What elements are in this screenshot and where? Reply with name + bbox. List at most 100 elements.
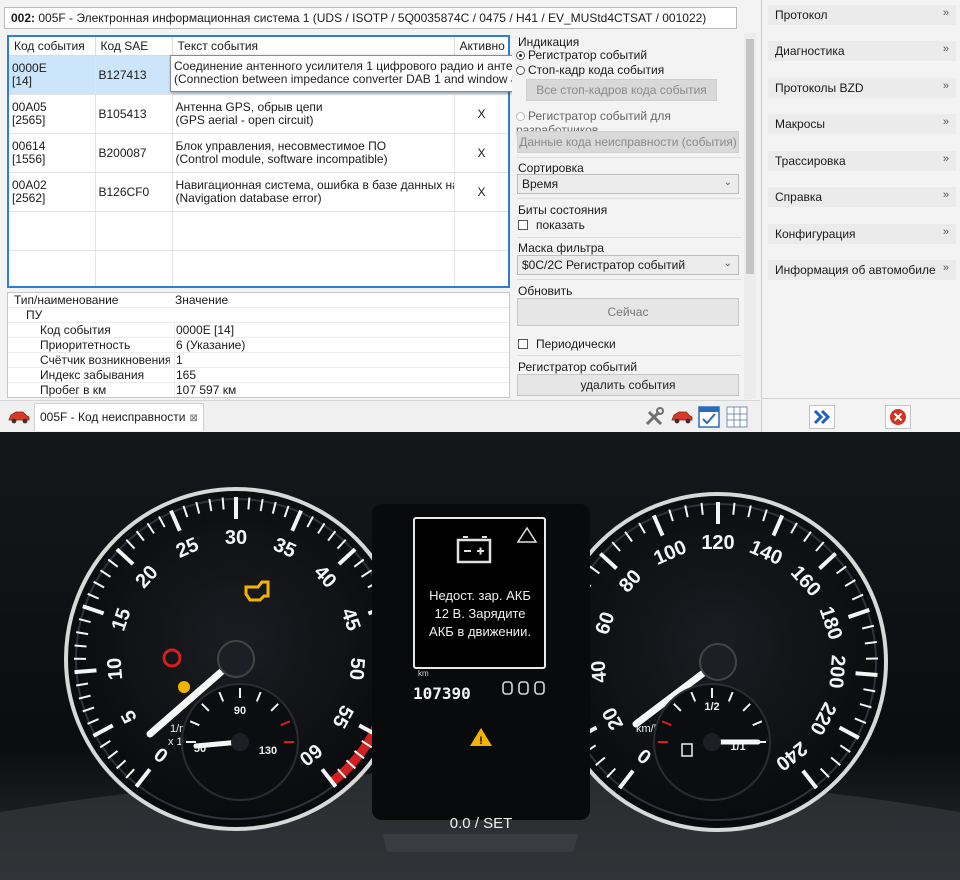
tach-hub <box>217 640 255 678</box>
table-row[interactable]: 00A02 [2562] B126CF0 Навигационная систем… <box>9 172 508 212</box>
details-key: Индекс забывания <box>40 368 145 382</box>
filter-select[interactable]: $0C/2C Регистратор событий ⌄ <box>517 255 739 275</box>
menu-configuration[interactable]: Конфигурация » <box>768 224 956 244</box>
checkbox-icon <box>518 339 528 349</box>
details-value: 6 (Указание) <box>174 338 246 353</box>
delete-events-button[interactable]: удалить события <box>517 374 739 396</box>
radio-event-recorder[interactable]: Регистратор событий <box>516 48 647 62</box>
event-active: X <box>454 172 508 212</box>
details-value: 107 597 км <box>174 383 237 397</box>
all-freeze-frames-button[interactable]: Все стоп-кадров кода события <box>526 79 717 101</box>
menu-vehicle-info[interactable]: Информация об автомобиле » <box>768 260 956 280</box>
tach-tick-label: 10 <box>104 657 128 681</box>
separator <box>517 279 741 280</box>
event-text-en: (Control module, software incompatible) <box>175 152 388 166</box>
side-menu-footer <box>762 398 960 432</box>
tach-minor-tick <box>221 497 225 510</box>
event-details-table[interactable]: Тип/наименование Значение ПУ Код события… <box>7 292 510 398</box>
sae-code: B126CF0 <box>95 172 173 212</box>
menu-bzd-protocols[interactable]: Протоколы BZD » <box>768 78 956 98</box>
details-value: 1 <box>174 353 183 368</box>
chevron-down-icon: » <box>942 189 949 201</box>
separator <box>517 237 741 238</box>
tachometer: 0510152025303540455055601/minx 100509013… <box>64 487 408 831</box>
radio-freeze-frame-label: Стоп-кадр кода события <box>528 63 665 77</box>
instrument-cluster-photo: 0510152025303540455055601/minx 100509013… <box>0 432 960 880</box>
details-key: Пробег в км <box>40 383 107 397</box>
event-code-dec: [2565] <box>12 113 46 127</box>
tab-fault-code[interactable]: 005F - Код неисправности ⊠ <box>34 403 204 431</box>
tach-minor-tick <box>74 644 87 648</box>
details-header: Тип/наименование Значение <box>8 293 509 308</box>
event-code-dec: [2562] <box>12 191 46 205</box>
sort-select[interactable]: Время ⌄ <box>517 174 739 194</box>
column-event-text[interactable]: Текст события <box>172 37 455 56</box>
menu-label: Конфигурация <box>775 227 856 241</box>
menu-protocol[interactable]: Протокол » <box>768 5 956 25</box>
chevron-down-icon: » <box>942 226 949 238</box>
details-row[interactable]: Пробег в км 107 597 км <box>8 383 509 397</box>
radio-freeze-frame[interactable]: Стоп-кадр кода события <box>516 63 664 77</box>
scrollbar-thumb[interactable] <box>746 39 754 274</box>
table-row[interactable]: 00A05 [2565] B105413 Антенна GPS, обрыв ц… <box>9 94 508 134</box>
details-row[interactable]: Код события 0000E [14] <box>8 323 509 338</box>
menu-label: Макросы <box>775 117 826 131</box>
speedo-tick-label: 120 <box>701 532 734 554</box>
table-row[interactable]: 00614 [1556] B200087 Блок управления, нес… <box>9 133 508 173</box>
chevron-down-icon: » <box>942 262 949 274</box>
menu-diagnostics[interactable]: Диагностика » <box>768 41 956 61</box>
center-display: Недост. зар. АКБ 12 В. Зарядите АКБ в дв… <box>372 504 590 820</box>
exit-button[interactable] <box>885 405 911 429</box>
coolant-label: 130 <box>259 745 277 757</box>
refresh-now-button[interactable]: Сейчас <box>517 298 739 326</box>
chevron-down-icon: » <box>942 7 949 19</box>
close-icon[interactable]: ⊠ <box>189 413 197 424</box>
column-sae-code[interactable]: Код SAE <box>95 37 173 56</box>
indication-title: Индикация <box>518 35 580 49</box>
car-icon[interactable] <box>7 409 31 425</box>
radio-off-icon <box>516 112 525 121</box>
side-menu: Протокол » Диагностика » Протоколы BZD » Ма… <box>761 0 960 432</box>
control-unit-title: 002: 005F - Электронная информационная с… <box>4 7 737 29</box>
details-row[interactable]: Индекс забывания 165 <box>8 368 509 383</box>
table-row-empty <box>9 211 508 251</box>
speedo-tick-label: 40 <box>588 660 612 684</box>
trip-reset-button[interactable] <box>383 834 578 852</box>
refresh-title: Обновить <box>518 284 573 298</box>
menu-tracing[interactable]: Трассировка » <box>768 151 956 171</box>
menu-macros[interactable]: Макросы » <box>768 114 956 134</box>
checklist-icon[interactable] <box>698 406 720 428</box>
table-header-row: Код события Код SAE Текст события Активн… <box>9 37 508 56</box>
vehicle-icon[interactable] <box>670 408 694 426</box>
radio-event-recorder-label: Регистратор событий <box>528 48 648 62</box>
details-header-key: Тип/наименование <box>14 293 119 307</box>
menu-help[interactable]: Справка » <box>768 187 956 207</box>
details-row[interactable]: Приоритетность 6 (Указание) <box>8 338 509 353</box>
coolant-hub <box>231 733 249 751</box>
separator <box>517 157 741 158</box>
fault-data-button[interactable]: Данные кода неисправности (события) <box>517 131 739 153</box>
periodic-checkbox[interactable]: Периодически <box>518 337 616 351</box>
event-code-dec: [1556] <box>12 152 46 166</box>
coolant-gauge: 5090130 <box>181 683 299 801</box>
menu-label: Диагностика <box>775 44 845 58</box>
diagnostic-app: 002: 005F - Электронная информационная с… <box>0 0 960 432</box>
details-group[interactable]: ПУ <box>8 308 509 323</box>
details-row[interactable]: Счётчик возникновения оши 1 <box>8 353 509 368</box>
event-text-en: (GPS aerial - open circuit) <box>175 113 314 127</box>
chevron-down-icon: » <box>942 80 949 92</box>
tools-icon[interactable] <box>644 407 666 427</box>
main-pane: 002: 005F - Электронная информационная с… <box>0 0 760 432</box>
column-active[interactable]: Активно <box>454 37 508 56</box>
separator <box>517 355 741 356</box>
options-scrollbar[interactable] <box>744 33 756 399</box>
chevron-down-icon: ⌄ <box>723 177 732 188</box>
separator <box>517 198 741 199</box>
sae-code: B200087 <box>95 133 173 173</box>
speedo-hub <box>699 643 737 681</box>
status-bits-checkbox[interactable]: показать <box>518 218 585 232</box>
forward-button[interactable] <box>809 405 835 429</box>
column-event-code[interactable]: Код события <box>9 37 96 56</box>
sort-title: Сортировка <box>518 161 584 175</box>
grid-icon[interactable] <box>726 406 748 428</box>
